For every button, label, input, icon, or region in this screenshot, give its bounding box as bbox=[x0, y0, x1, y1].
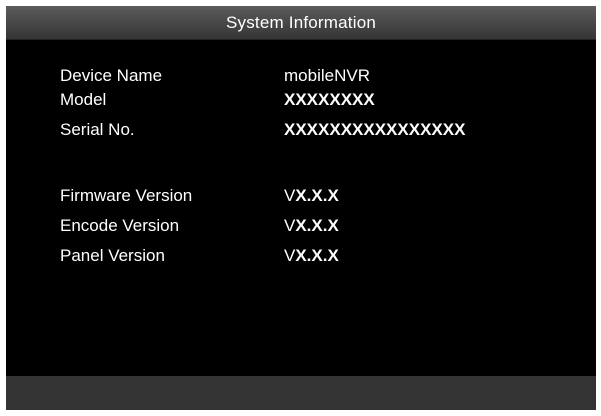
serial-no-row: Serial No. XXXXXXXXXXXXXXXX bbox=[6, 120, 596, 144]
firmware-version-label: Firmware Version bbox=[60, 186, 193, 205]
serial-no-label: Serial No. bbox=[60, 120, 135, 139]
panel-version-value: VX.X.X bbox=[284, 246, 339, 266]
title-bar: System Information bbox=[6, 6, 596, 40]
firmware-version-prefix: V bbox=[284, 186, 296, 205]
encode-version-number: X.X.X bbox=[295, 216, 339, 235]
serial-no-value: XXXXXXXXXXXXXXXX bbox=[284, 120, 466, 139]
encode-version-row: Encode Version VX.X.X bbox=[6, 216, 596, 240]
screen-frame: System Information Device Name mobileNVR… bbox=[0, 0, 601, 416]
device-name-value: mobileNVR bbox=[284, 66, 370, 85]
encode-version-label: Encode Version bbox=[60, 216, 180, 235]
footer-bar bbox=[6, 376, 596, 410]
encode-version-value: VX.X.X bbox=[284, 216, 339, 236]
window-title: System Information bbox=[225, 12, 377, 32]
firmware-version-number: X.X.X bbox=[295, 186, 339, 205]
model-row: Model XXXXXXXX bbox=[6, 90, 596, 114]
model-label: Model bbox=[60, 90, 107, 109]
info-panel: Device Name mobileNVR Model XXXXXXXX Ser… bbox=[6, 40, 596, 376]
model-value: XXXXXXXX bbox=[284, 90, 375, 109]
encode-version-prefix: V bbox=[284, 216, 296, 235]
system-information-window: System Information Device Name mobileNVR… bbox=[6, 6, 596, 410]
firmware-version-value: VX.X.X bbox=[284, 186, 339, 206]
firmware-version-row: Firmware Version VX.X.X bbox=[6, 186, 596, 210]
panel-version-label: Panel Version bbox=[60, 246, 165, 265]
panel-version-number: X.X.X bbox=[295, 246, 339, 265]
panel-version-row: Panel Version VX.X.X bbox=[6, 246, 596, 270]
device-name-row: Device Name mobileNVR bbox=[6, 66, 596, 90]
panel-version-prefix: V bbox=[284, 246, 296, 265]
device-name-label: Device Name bbox=[60, 66, 163, 85]
